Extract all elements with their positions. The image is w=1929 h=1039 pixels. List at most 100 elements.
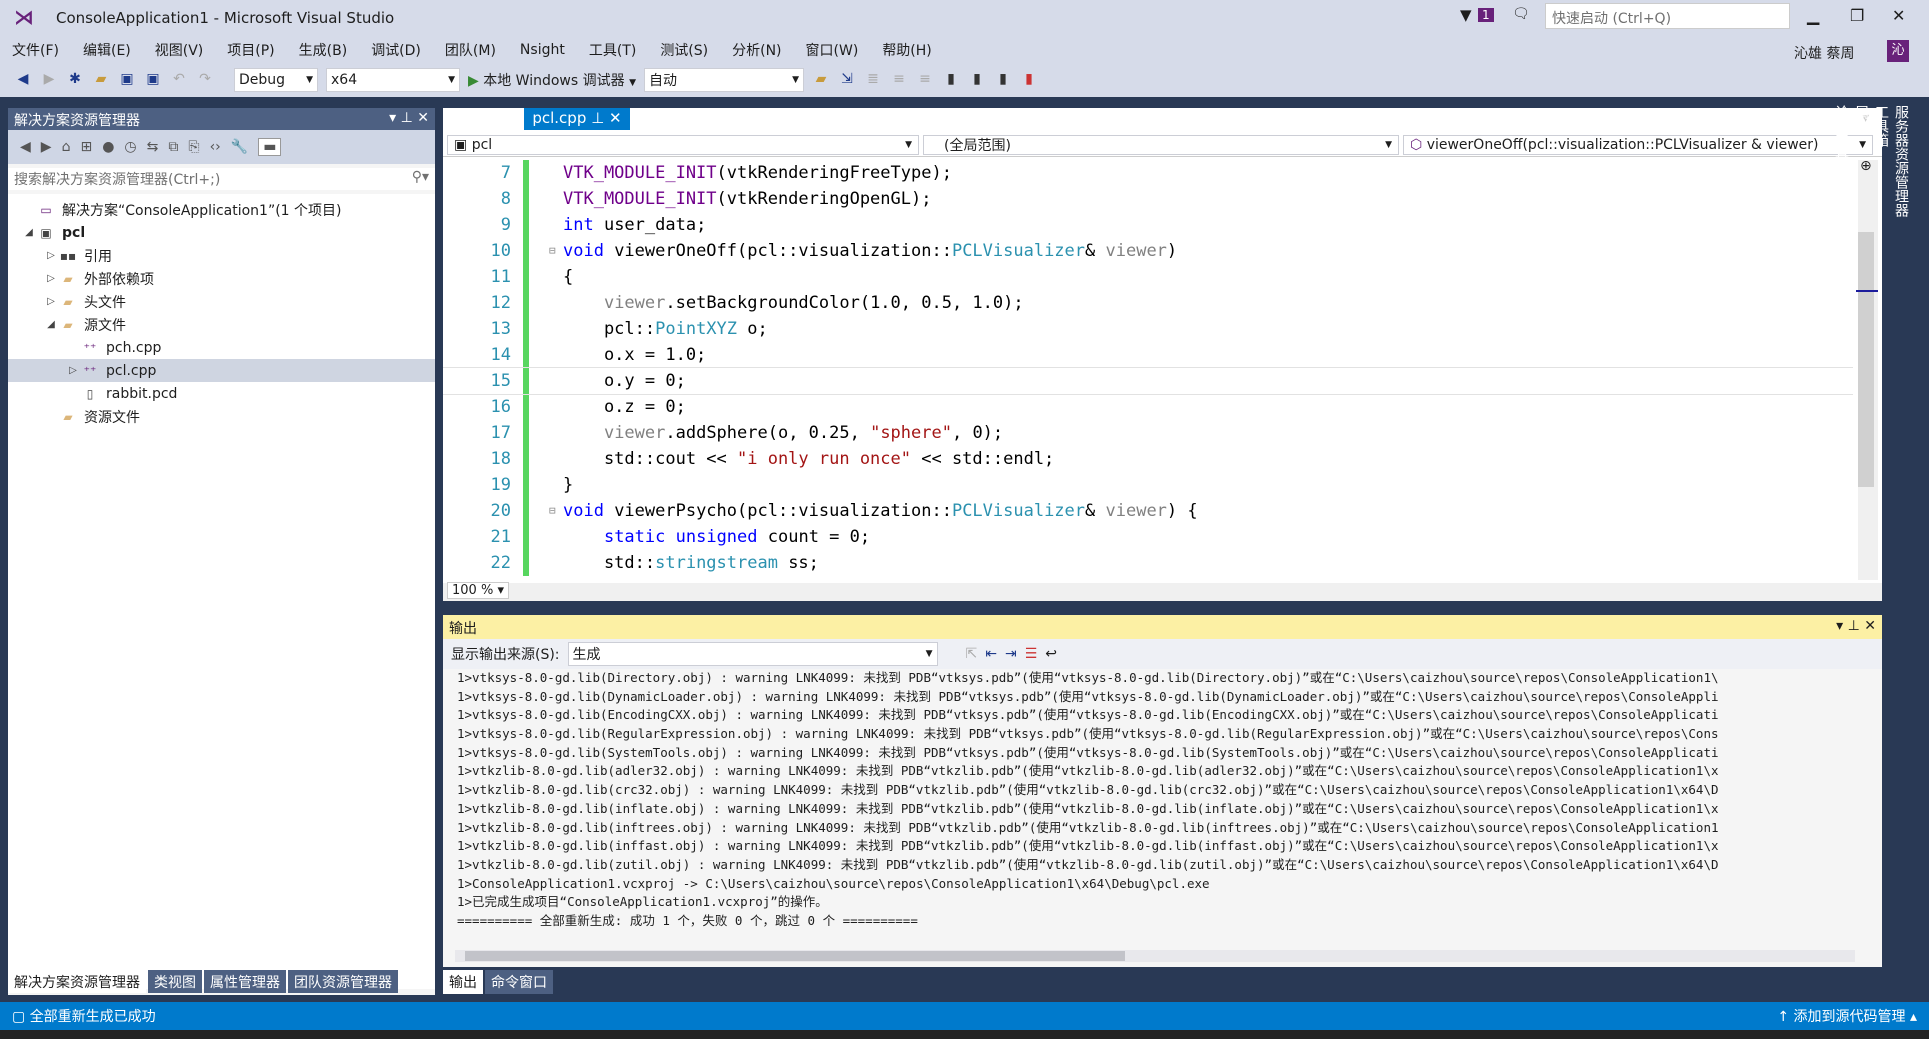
configuration-dropdown[interactable]: Debug ▼: [234, 68, 318, 92]
switch-views-icon[interactable]: ⊞: [80, 139, 92, 155]
tree-item[interactable]: ▷ ▪▪ 引用: [8, 244, 435, 267]
fold-icon[interactable]: [549, 264, 563, 290]
avatar[interactable]: 沁: [1887, 40, 1909, 62]
expand-arrow-icon[interactable]: ▷: [66, 365, 80, 376]
expand-arrow-icon[interactable]: ◢: [22, 227, 36, 238]
left-tab[interactable]: 属性管理器: [204, 970, 286, 993]
close-button[interactable]: ✕: [1892, 6, 1905, 25]
output-scrollbar-thumb[interactable]: [465, 951, 1125, 961]
fold-icon[interactable]: [549, 316, 563, 342]
minimize-button[interactable]: ▁: [1807, 6, 1819, 25]
step-icon[interactable]: ⇲: [838, 71, 856, 89]
output-text[interactable]: 1>vtksys-8.0-gd.lib(Directory.obj) : war…: [443, 669, 1882, 939]
tree-item[interactable]: ⁺⁺ pch.cpp: [8, 336, 435, 359]
menu-item[interactable]: 文件(F): [12, 40, 59, 60]
member-dropdown[interactable]: ⬡ viewerOneOff(pcl::visualization::PCLVi…: [1403, 135, 1873, 155]
next-message-icon[interactable]: ⇥: [1005, 646, 1017, 662]
undo-icon[interactable]: ↶: [170, 71, 188, 89]
tree-item[interactable]: ◢ ▣ pcl: [8, 221, 435, 244]
close-icon[interactable]: ✕: [417, 110, 429, 126]
scope-dropdown[interactable]: (全局范围) ▼: [923, 135, 1399, 155]
previous-message-icon[interactable]: ⇤: [985, 646, 997, 662]
redo-icon[interactable]: ↷: [196, 71, 214, 89]
fold-icon[interactable]: [549, 446, 563, 472]
bookmark-icon[interactable]: ▮: [942, 71, 960, 89]
fold-icon[interactable]: [549, 212, 563, 238]
properties-icon[interactable]: 🔧: [231, 139, 248, 155]
menu-item[interactable]: 工具(T): [589, 40, 636, 60]
right-side-tab[interactable]: 属性: [1851, 105, 1871, 217]
expand-arrow-icon[interactable]: ▷: [44, 296, 58, 307]
collapse-all-icon[interactable]: ⧉: [168, 139, 178, 155]
editor-tab[interactable]: pch.cpp: [443, 108, 518, 130]
back-icon[interactable]: ◀: [14, 71, 32, 89]
comment-icon[interactable]: ≡: [890, 71, 908, 89]
expand-arrow-icon[interactable]: ▷: [44, 250, 58, 261]
fold-icon[interactable]: [549, 550, 563, 576]
dropdown-icon[interactable]: ▾: [389, 110, 396, 126]
sync-icon[interactable]: ⇆: [147, 139, 159, 155]
platform-dropdown[interactable]: x64 ▼: [326, 68, 460, 92]
clear-bookmarks-icon[interactable]: ▮: [1020, 71, 1038, 89]
editor-tab[interactable]: pcl.cpp ⊥ ✕: [524, 108, 630, 130]
restore-button[interactable]: ❐: [1850, 6, 1864, 25]
menu-item[interactable]: 视图(V): [155, 40, 204, 60]
outdent-icon[interactable]: ≡: [916, 71, 934, 89]
solution-mode-dropdown[interactable]: 自动 ▼: [644, 68, 805, 92]
solution-search-input[interactable]: 搜索解决方案资源管理器(Ctrl+;) ⚲▾: [8, 168, 435, 190]
menu-item[interactable]: 帮助(H): [882, 40, 931, 60]
word-wrap-icon[interactable]: ↩: [1045, 646, 1057, 662]
close-tab-icon[interactable]: ✕: [609, 109, 622, 127]
save-all-icon[interactable]: ▣: [144, 71, 162, 89]
menu-item[interactable]: 项目(P): [227, 40, 274, 60]
notification-filter-icon[interactable]: ▼: [1460, 6, 1472, 24]
next-bookmark-icon[interactable]: ▮: [994, 71, 1012, 89]
close-icon[interactable]: ✕: [1864, 618, 1876, 634]
fold-icon[interactable]: ⊟: [549, 498, 563, 524]
tree-item[interactable]: ▯ rabbit.pcd: [8, 382, 435, 405]
expand-arrow-icon[interactable]: ▷: [44, 273, 58, 284]
tree-item[interactable]: ▷ ▰ 外部依赖项: [8, 267, 435, 290]
output-tab[interactable]: 输出: [443, 970, 483, 994]
menu-item[interactable]: Nsight: [520, 42, 565, 58]
user-name[interactable]: 沁雄 蔡周: [1794, 43, 1854, 63]
save-icon[interactable]: ▣: [118, 71, 136, 89]
scrollbar-thumb[interactable]: [1858, 232, 1874, 487]
zoom-dropdown[interactable]: 100 % ▾: [447, 582, 509, 599]
output-source-dropdown[interactable]: 生成 ▼: [567, 642, 938, 666]
previous-bookmark-icon[interactable]: ▮: [968, 71, 986, 89]
pin-icon[interactable]: ⊥: [401, 110, 413, 126]
indent-icon[interactable]: ≣: [864, 71, 882, 89]
quick-launch-input[interactable]: 快速启动 (Ctrl+Q): [1545, 3, 1790, 29]
notification-badge[interactable]: 1: [1478, 8, 1494, 22]
tree-item[interactable]: ▰ 资源文件: [8, 405, 435, 428]
fold-icon[interactable]: [549, 342, 563, 368]
search-icon[interactable]: ⚲▾: [412, 169, 429, 189]
menu-item[interactable]: 调试(D): [371, 40, 421, 60]
code-area[interactable]: 7 VTK_MODULE_INIT (vtkRenderingFreeType); 8…: [443, 160, 1853, 580]
expand-arrow-icon[interactable]: ◢: [44, 319, 58, 330]
fold-icon[interactable]: [549, 420, 563, 446]
menu-item[interactable]: 窗口(W): [806, 40, 859, 60]
menu-item[interactable]: 团队(M): [445, 40, 496, 60]
forward-icon[interactable]: ▶: [41, 139, 52, 155]
forward-icon[interactable]: ▶: [40, 71, 58, 89]
find-in-files-icon[interactable]: ▰: [812, 71, 830, 89]
fold-icon[interactable]: ⊟: [549, 238, 563, 264]
right-side-tab[interactable]: 诊断工具: [1831, 105, 1851, 217]
output-tab[interactable]: 命令窗口: [485, 970, 553, 994]
preview-icon[interactable]: ▬: [258, 138, 282, 156]
left-tab[interactable]: 团队资源管理器: [288, 970, 398, 993]
feedback-icon[interactable]: 🗨: [1512, 6, 1530, 22]
menu-item[interactable]: 编辑(E): [83, 40, 131, 60]
fold-icon[interactable]: [549, 472, 563, 498]
right-side-tab[interactable]: 工具箱: [1871, 105, 1891, 217]
fold-icon[interactable]: [549, 394, 563, 420]
find-message-icon[interactable]: ⇱: [966, 646, 978, 662]
tree-item[interactable]: ▷ ⁺⁺ pcl.cpp: [8, 359, 435, 382]
fold-icon[interactable]: [549, 290, 563, 316]
tree-item[interactable]: ▭ 解决方案“ConsoleApplication1”(1 个项目): [8, 198, 435, 221]
fold-icon[interactable]: [549, 160, 563, 186]
show-all-files-icon[interactable]: ⎘: [188, 139, 199, 155]
back-icon[interactable]: ◀: [20, 139, 31, 155]
